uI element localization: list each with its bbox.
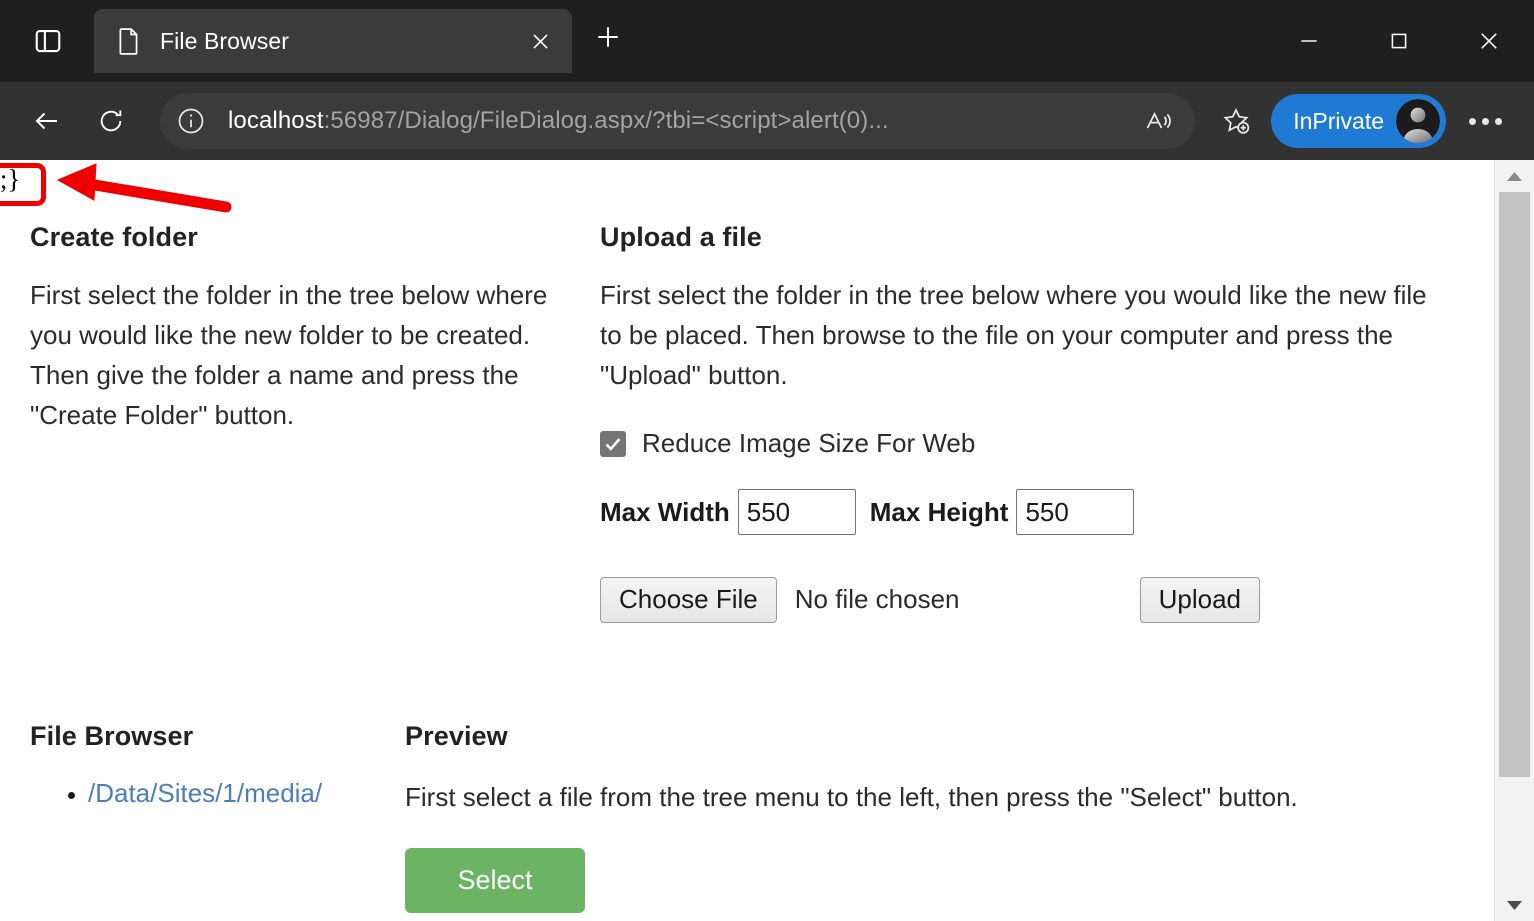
vertical-scrollbar[interactable]	[1494, 160, 1534, 921]
preview-heading: Preview	[405, 721, 1494, 752]
address-bar-path: :56987/Dialog/FileDialog.aspx/?tbi=<scri…	[324, 107, 889, 134]
inprivate-profile-button[interactable]: InPrivate	[1271, 94, 1446, 148]
title-bar: File Browser	[0, 0, 1534, 82]
minimize-icon[interactable]	[1264, 0, 1354, 82]
browser-window: File Browser	[0, 0, 1534, 921]
upload-button[interactable]: Upload	[1140, 577, 1260, 623]
document-icon	[116, 26, 142, 56]
file-upload-row: Choose File No file chosen Upload	[600, 577, 1260, 623]
file-browser-section: File Browser /Data/Sites/1/media/	[30, 721, 405, 913]
reduce-image-size-label: Reduce Image Size For Web	[642, 428, 975, 459]
window-controls	[1264, 0, 1534, 82]
new-tab-icon[interactable]	[584, 13, 632, 61]
browser-tab[interactable]: File Browser	[94, 9, 572, 73]
file-browser-tree: /Data/Sites/1/media/	[30, 778, 405, 809]
scroll-down-icon[interactable]	[1495, 889, 1534, 921]
max-height-label: Max Height	[870, 497, 1009, 528]
avatar	[1396, 99, 1440, 143]
read-aloud-icon[interactable]	[1131, 94, 1185, 148]
address-bar[interactable]: localhost:56987/Dialog/FileDialog.aspx/?…	[160, 93, 1195, 149]
select-button[interactable]: Select	[405, 848, 585, 913]
settings-and-more-icon[interactable]	[1456, 94, 1514, 148]
file-dialog-page: ');} Create folder First select the fold…	[0, 160, 1494, 921]
refresh-icon[interactable]	[84, 94, 138, 148]
tab-strip: File Browser	[0, 0, 632, 82]
back-icon[interactable]	[20, 94, 74, 148]
create-folder-heading: Create folder	[30, 222, 600, 253]
close-icon[interactable]	[522, 23, 558, 59]
address-bar-url: localhost:56987/Dialog/FileDialog.aspx/?…	[228, 107, 1131, 135]
choose-file-button[interactable]: Choose File	[600, 577, 777, 623]
ellipsis-dot	[1482, 118, 1489, 125]
max-width-label: Max Width	[600, 497, 730, 528]
upload-file-heading: Upload a file	[600, 222, 1454, 253]
scroll-up-icon[interactable]	[1495, 160, 1534, 192]
file-status-label: No file chosen	[795, 584, 1140, 615]
upload-file-section: Upload a file First select the folder in…	[600, 222, 1494, 623]
tab-title: File Browser	[160, 28, 522, 55]
site-information-icon[interactable]	[166, 96, 216, 146]
max-height-input[interactable]	[1016, 489, 1134, 535]
upload-file-description: First select the folder in the tree belo…	[600, 275, 1445, 395]
page-viewport: ');} Create folder First select the fold…	[0, 160, 1534, 921]
reduce-image-size-checkbox[interactable]	[600, 431, 626, 457]
bottom-columns: File Browser /Data/Sites/1/media/ Previe…	[0, 721, 1494, 913]
ellipsis-dot	[1495, 118, 1502, 125]
file-browser-tree-link[interactable]: /Data/Sites/1/media/	[88, 778, 322, 808]
scrollbar-thumb[interactable]	[1499, 192, 1530, 777]
address-bar-actions	[1131, 94, 1185, 148]
reduce-image-size-row: Reduce Image Size For Web	[600, 428, 1454, 459]
inprivate-label: InPrivate	[1293, 108, 1384, 135]
scrollbar-track[interactable]	[1495, 192, 1534, 889]
create-folder-section: Create folder First select the folder in…	[0, 222, 600, 623]
preview-section: Preview First select a file from the tre…	[405, 721, 1494, 913]
create-folder-description: First select the folder in the tree belo…	[30, 275, 590, 435]
browser-toolbar: localhost:56987/Dialog/FileDialog.aspx/?…	[0, 82, 1534, 160]
file-browser-heading: File Browser	[30, 721, 405, 752]
list-item[interactable]: /Data/Sites/1/media/	[88, 778, 405, 809]
residual-script-text: ');}	[0, 164, 20, 195]
address-bar-host: localhost	[228, 107, 324, 134]
preview-description: First select a file from the tree menu t…	[405, 778, 1494, 816]
close-window-icon[interactable]	[1444, 0, 1534, 82]
maximize-icon[interactable]	[1354, 0, 1444, 82]
top-columns: Create folder First select the folder in…	[0, 160, 1494, 623]
ellipsis-dot	[1469, 118, 1476, 125]
split-screen-icon[interactable]	[22, 15, 74, 67]
max-width-input[interactable]	[738, 489, 856, 535]
image-size-row: Max Width Max Height	[600, 489, 1454, 535]
add-favorite-icon[interactable]	[1209, 94, 1263, 148]
